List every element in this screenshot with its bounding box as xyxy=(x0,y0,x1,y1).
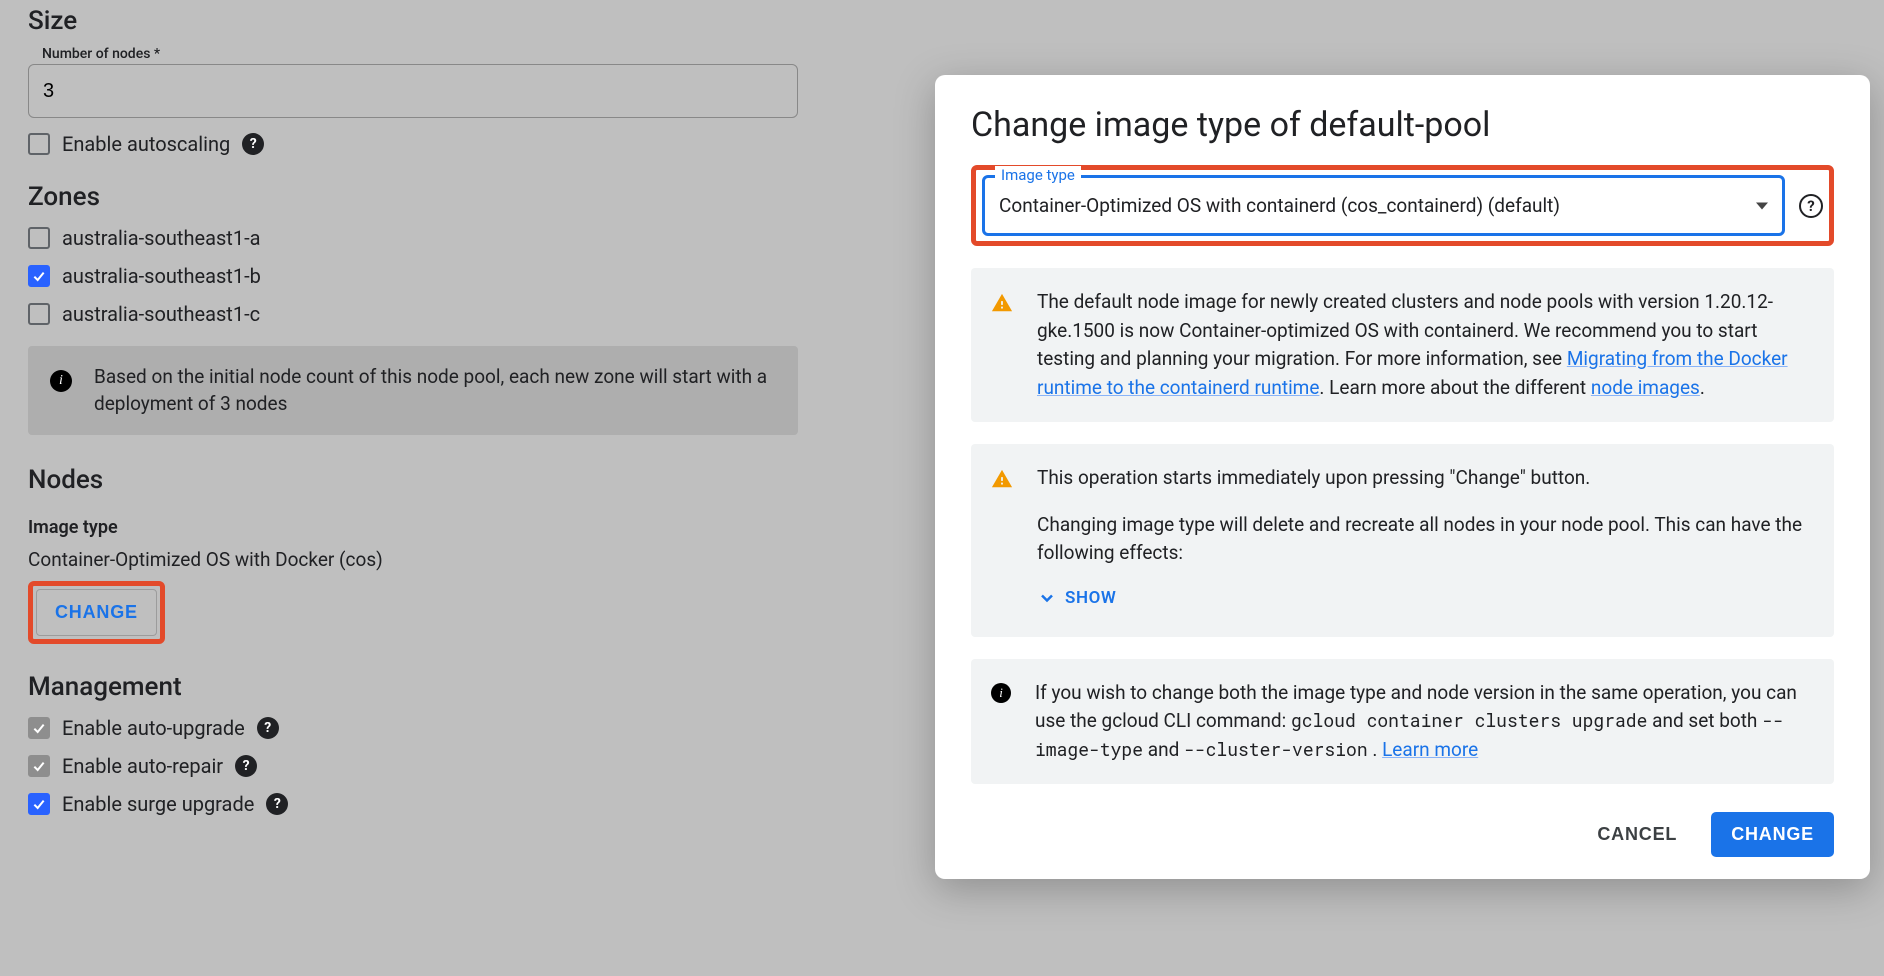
enable-autoscaling-label: Enable autoscaling xyxy=(62,132,230,156)
auto-repair-checkbox[interactable] xyxy=(28,755,50,777)
zone-label: australia-southeast1-c xyxy=(62,302,260,326)
chevron-down-icon xyxy=(1756,202,1768,209)
show-more-label: SHOW xyxy=(1065,586,1116,612)
enable-autoscaling-checkbox[interactable] xyxy=(28,133,50,155)
zones-heading: Zones xyxy=(28,182,828,212)
info-box: i If you wish to change both the image t… xyxy=(971,659,1834,785)
zone-label: australia-southeast1-a xyxy=(62,226,260,250)
auto-repair-label: Enable auto-repair xyxy=(62,754,223,778)
help-icon[interactable]: ? xyxy=(266,793,288,815)
image-type-value: Container-Optimized OS with Docker (cos) xyxy=(28,548,828,571)
image-type-select-value: Container-Optimized OS with containerd (… xyxy=(999,194,1560,217)
zone-checkbox[interactable] xyxy=(28,265,50,287)
help-icon[interactable]: ? xyxy=(235,755,257,777)
warning-2-text: This operation starts immediately upon p… xyxy=(1037,464,1810,617)
zone-checkbox[interactable] xyxy=(28,303,50,325)
number-of-nodes-input[interactable] xyxy=(28,64,798,118)
warning-box-1: The default node image for newly created… xyxy=(971,268,1834,422)
size-section: Size Number of nodes * Enable autoscalin… xyxy=(28,6,828,156)
management-heading: Management xyxy=(28,672,828,702)
cancel-button[interactable]: CANCEL xyxy=(1581,812,1693,857)
learn-more-link[interactable]: Learn more xyxy=(1382,738,1478,761)
modal-title: Change image type of default-pool xyxy=(971,105,1834,145)
number-of-nodes-label: Number of nodes * xyxy=(42,46,828,62)
zones-section: Zones australia-southeast1-a australia-s… xyxy=(28,182,828,435)
image-type-label: Image type xyxy=(28,517,828,538)
warning-icon xyxy=(991,292,1013,323)
nodes-section: Nodes Image type Container-Optimized OS … xyxy=(28,465,828,644)
warning-box-2: This operation starts immediately upon p… xyxy=(971,444,1834,637)
help-icon[interactable]: ? xyxy=(257,717,279,739)
info-icon: i xyxy=(50,370,72,392)
help-icon[interactable]: ? xyxy=(242,133,264,155)
show-more-button[interactable]: SHOW xyxy=(1037,586,1116,612)
image-type-select-label: Image type xyxy=(995,166,1081,184)
help-icon[interactable]: ? xyxy=(1799,194,1823,218)
zone-label: australia-southeast1-b xyxy=(62,264,261,288)
info-text: If you wish to change both the image typ… xyxy=(1035,679,1810,765)
zone-checkbox[interactable] xyxy=(28,227,50,249)
warning-1-text: The default node image for newly created… xyxy=(1037,288,1810,402)
change-image-type-modal: Change image type of default-pool Image … xyxy=(935,75,1870,879)
image-type-select[interactable]: Image type Container-Optimized OS with c… xyxy=(982,175,1785,236)
change-image-type-button[interactable]: CHANGE xyxy=(36,589,157,636)
confirm-change-button[interactable]: CHANGE xyxy=(1711,812,1834,857)
nodes-heading: Nodes xyxy=(28,465,828,495)
change-button-highlight: CHANGE xyxy=(28,581,165,644)
node-pool-settings-panel: Size Number of nodes * Enable autoscalin… xyxy=(28,0,828,816)
image-type-select-highlight: Image type Container-Optimized OS with c… xyxy=(971,165,1834,246)
surge-upgrade-label: Enable surge upgrade xyxy=(62,792,254,816)
auto-upgrade-label: Enable auto-upgrade xyxy=(62,716,245,740)
auto-upgrade-checkbox[interactable] xyxy=(28,717,50,739)
size-heading: Size xyxy=(28,6,828,36)
info-icon: i xyxy=(991,683,1011,703)
modal-actions: CANCEL CHANGE xyxy=(971,812,1834,857)
node-images-link[interactable]: node images xyxy=(1591,376,1700,399)
management-section: Management Enable auto-upgrade ? Enable … xyxy=(28,672,828,816)
warning-icon xyxy=(991,468,1013,499)
surge-upgrade-checkbox[interactable] xyxy=(28,793,50,815)
zones-info-text: Based on the initial node count of this … xyxy=(94,364,776,417)
zones-info-box: i Based on the initial node count of thi… xyxy=(28,346,798,435)
